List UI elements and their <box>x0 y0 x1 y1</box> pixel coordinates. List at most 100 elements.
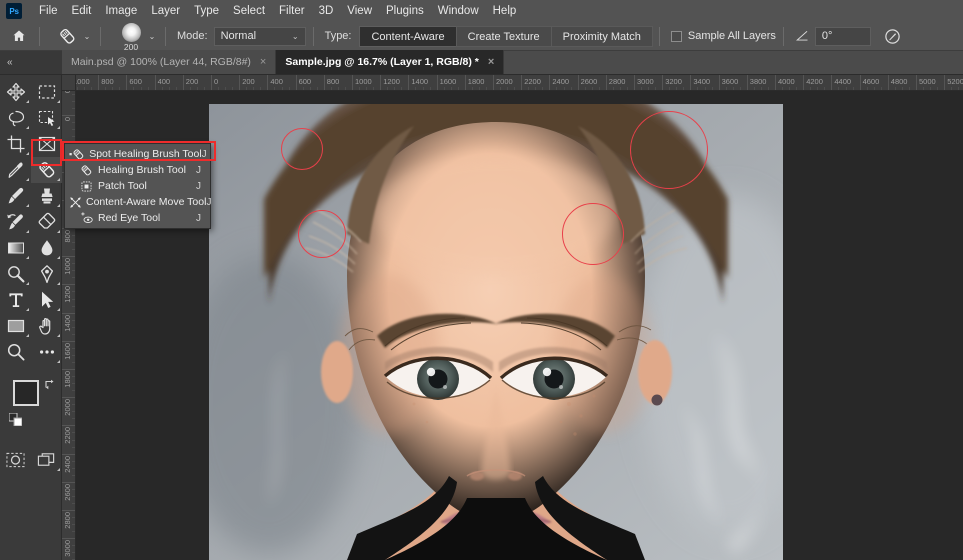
path-selection-tool[interactable] <box>31 287 62 313</box>
brush-preset-picker[interactable]: 200 <box>116 22 146 52</box>
ruler-label: 1800 <box>467 77 485 86</box>
foreground-color-swatch[interactable] <box>13 380 39 406</box>
flyout-indicator-icon <box>26 126 29 129</box>
divider <box>165 26 166 46</box>
document-image[interactable] <box>209 104 783 560</box>
history-brush-tool[interactable] <box>0 209 31 235</box>
menu-item-image[interactable]: Image <box>98 0 144 22</box>
flyout-item-spot-healing-brush-tool[interactable]: ▪ Spot Healing Brush Tool J <box>65 146 210 162</box>
divider <box>100 26 101 46</box>
brush-chevron-down-icon[interactable]: ⌄ <box>146 25 158 48</box>
dodge-tool[interactable] <box>0 261 31 287</box>
crop-tool[interactable] <box>0 131 31 157</box>
ruler-minor-tick <box>72 460 75 462</box>
ruler-minor-tick <box>253 87 255 90</box>
rectangle-tool[interactable] <box>0 313 31 339</box>
healing-tools-flyout-menu[interactable]: ▪ Spot Healing Brush Tool J Healing Brush T… <box>64 143 211 229</box>
horizontal-type-tool[interactable] <box>0 287 31 313</box>
tool-preset-chevron-down-icon[interactable]: ⌄ <box>81 25 93 48</box>
hand-tool[interactable] <box>31 313 62 339</box>
menu-item-type[interactable]: Type <box>187 0 226 22</box>
ruler-minor-tick <box>72 326 75 328</box>
ruler-minor-tick <box>500 87 502 90</box>
ruler-label: 400 <box>270 77 283 86</box>
eraser-icon <box>38 212 55 229</box>
menu-item-help[interactable]: Help <box>486 0 524 22</box>
ruler-minor-tick <box>732 87 734 90</box>
pressure-toggle-icon[interactable] <box>881 25 905 48</box>
flyout-item-content-aware-move-tool[interactable]: Content-Aware Move Tool J <box>65 194 211 210</box>
zoom-tool[interactable] <box>0 339 31 365</box>
ruler-minor-tick <box>72 319 75 321</box>
menu-item-3d[interactable]: 3D <box>312 0 341 22</box>
blur-tool[interactable] <box>31 235 62 261</box>
type-option-content-aware[interactable]: Content-Aware <box>359 25 457 47</box>
ruler-label: 1000 <box>63 258 72 275</box>
flyout-item-red-eye-tool[interactable]: Red Eye Tool J <box>65 210 210 226</box>
ruler-label: 0 <box>63 117 72 122</box>
rectangular-marquee-tool[interactable] <box>31 79 62 105</box>
menu-item-window[interactable]: Window <box>431 0 486 22</box>
document-tab[interactable]: Main.psd @ 100% (Layer 44, RGB/8#) × <box>62 50 277 74</box>
type-option-proximity-match[interactable]: Proximity Match <box>550 25 653 47</box>
menu-item-file[interactable]: File <box>32 0 65 22</box>
edit-toolbar-tool[interactable] <box>31 339 62 365</box>
quick-mask-icon[interactable] <box>0 447 31 473</box>
ruler-minor-tick <box>584 87 586 90</box>
document-tab[interactable]: Sample.jpg @ 16.7% (Layer 1, RGB/8) * × <box>276 50 505 74</box>
screen-mode-icon[interactable] <box>31 447 62 473</box>
flyout-item-patch-tool[interactable]: Patch Tool J <box>65 178 210 194</box>
menu-item-layer[interactable]: Layer <box>144 0 187 22</box>
menu-bar: Ps File Edit Image Layer Type Select Filter 3D V… <box>0 0 963 22</box>
gradient-tool[interactable] <box>0 235 31 261</box>
ruler-minor-tick <box>838 87 840 90</box>
active-tool-icon[interactable] <box>53 25 81 48</box>
close-icon[interactable]: × <box>488 56 494 68</box>
flyout-item-healing-brush-tool[interactable]: Healing Brush Tool J <box>65 162 210 178</box>
flyout-indicator-icon <box>26 282 29 285</box>
ruler-corner[interactable] <box>62 75 76 91</box>
spot-healing-brush-tool[interactable] <box>31 157 62 183</box>
lasso-tool[interactable] <box>0 105 31 131</box>
angle-icon <box>795 30 809 42</box>
ruler-minor-tick <box>72 235 75 237</box>
angle-input[interactable]: 0° <box>814 26 871 46</box>
collapse-arrows-icon[interactable]: « <box>7 57 13 68</box>
ruler-minor-tick <box>203 87 205 90</box>
flyout-indicator-icon <box>26 100 29 103</box>
menu-item-edit[interactable]: Edit <box>65 0 99 22</box>
close-icon[interactable]: × <box>260 56 266 68</box>
type-option-create-texture[interactable]: Create Texture <box>455 25 552 47</box>
ruler-label: 0 <box>214 77 219 86</box>
menu-item-plugins[interactable]: Plugins <box>379 0 431 22</box>
home-icon[interactable] <box>6 25 32 48</box>
flyout-indicator-icon <box>26 152 29 155</box>
flyout-indicator-icon <box>26 204 29 207</box>
menu-item-view[interactable]: View <box>340 0 379 22</box>
toolbar-collapse-bar[interactable]: « <box>0 51 62 75</box>
ruler-label: 1400 <box>63 314 72 332</box>
horizontal-ruler[interactable]: 1000800600400200020040060080010001200140… <box>76 75 963 91</box>
sample-all-layers-checkbox[interactable]: Sample All Layers <box>670 30 776 42</box>
eraser-tool[interactable] <box>31 209 62 235</box>
divider <box>312 26 314 46</box>
frame-tool[interactable] <box>31 131 62 157</box>
ruler-minor-tick <box>782 87 784 90</box>
brush-tool[interactable] <box>0 183 31 209</box>
clone-stamp-tool[interactable] <box>31 183 62 209</box>
move-tool[interactable] <box>0 79 31 105</box>
object-selection-tool[interactable] <box>31 105 62 131</box>
gradient-icon <box>7 242 24 254</box>
blend-mode-select[interactable]: Normal ⌄ <box>213 26 306 46</box>
ruler-minor-tick <box>309 87 311 90</box>
menu-item-select[interactable]: Select <box>226 0 272 22</box>
eyedropper-tool[interactable] <box>0 157 31 183</box>
flyout-item-shortcut: J <box>196 212 201 224</box>
menu-item-filter[interactable]: Filter <box>272 0 312 22</box>
flyout-indicator-icon <box>26 334 29 337</box>
swap-colors-icon[interactable] <box>44 377 56 395</box>
ruler-minor-tick <box>429 87 431 90</box>
ruler-minor-tick <box>337 87 339 90</box>
default-colors-icon[interactable] <box>8 412 23 431</box>
pen-tool[interactable] <box>31 261 62 287</box>
